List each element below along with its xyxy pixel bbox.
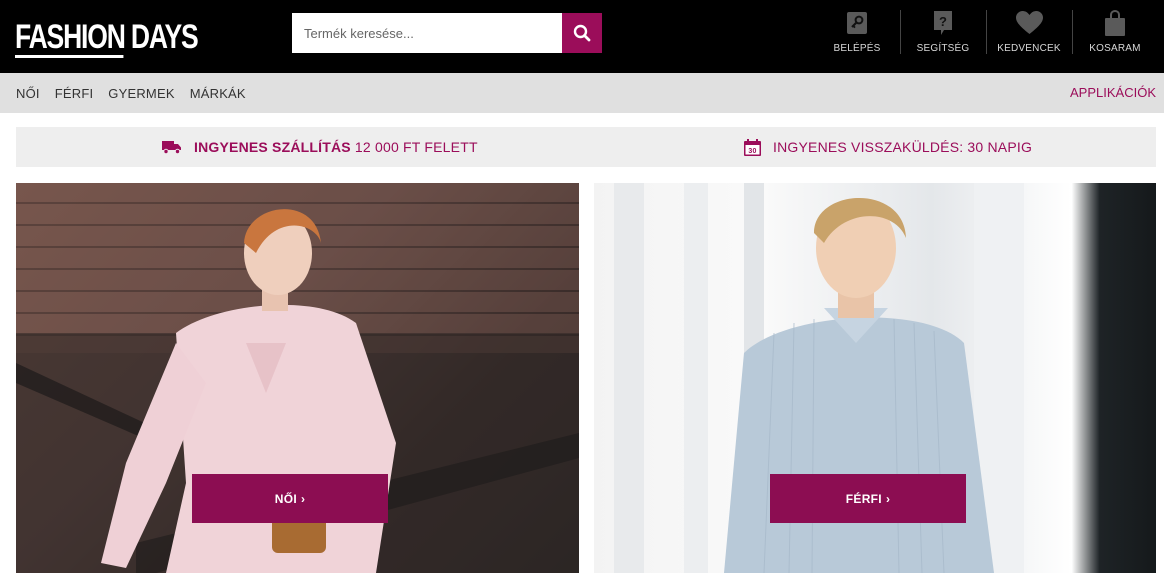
apps-link[interactable]: APPLIKÁCIÓK [1070,73,1156,113]
free-return-promo: 30 INGYENES VISSZAKÜLDÉS: 30 NAPIG [744,127,1032,167]
help-button[interactable]: ? SEGÍTSÉG [900,10,986,54]
main-nav: NŐI FÉRFI GYERMEK MÁRKÁK APPLIKÁCIÓK [0,73,1164,113]
cart-label: KOSARAM [1089,43,1141,54]
free-shipping-threshold: 12 000 FT FELETT [350,139,478,155]
free-shipping-title: INGYENES SZÁLLÍTÁS [194,139,351,155]
shopping-bag-icon [1105,10,1125,36]
fashion-days-logo[interactable]: FASHION DAYS [15,12,249,58]
men-cta-label: FÉRFI [845,491,882,506]
men-hero-tile[interactable]: FÉRFI › [594,183,1156,573]
nav-link-women[interactable]: NŐI [16,86,40,101]
nav-link-brands[interactable]: MÁRKÁK [190,86,246,101]
key-icon [847,10,867,36]
promo-strip: INGYENES SZÁLLÍTÁS 12 000 FT FELETT 30 I… [16,127,1156,167]
truck-icon [162,140,182,154]
nav-link-men[interactable]: FÉRFI [55,86,94,101]
women-hero-tile[interactable]: NŐI › [16,183,579,573]
nav-link-kids[interactable]: GYERMEK [108,86,174,101]
search-input[interactable] [292,13,562,53]
search-button[interactable] [562,13,602,53]
logo-text: FASHION DAYS [15,18,199,58]
chevron-right-icon: › [300,491,306,506]
header-actions: BELÉPÉS ? SEGÍTSÉG KEDVENCEK KOSARAM [814,10,1158,54]
cart-button[interactable]: KOSARAM [1072,10,1158,54]
favorites-button[interactable]: KEDVENCEK [986,10,1072,54]
login-label: BELÉPÉS [833,43,881,54]
women-cta-label: NŐI [274,491,297,506]
search-icon [573,24,591,42]
free-shipping-promo: INGYENES SZÁLLÍTÁS 12 000 FT FELETT [162,127,478,167]
search-bar [292,13,602,53]
logo-word-days: DAYS [130,18,199,56]
help-icon: ? [933,10,953,36]
chevron-right-icon: › [885,491,891,506]
women-cta-button[interactable]: NŐI › [192,474,388,523]
heart-icon [1015,10,1043,36]
calendar-icon: 30 [744,138,761,156]
category-links: NŐI FÉRFI GYERMEK MÁRKÁK [16,73,261,113]
help-label: SEGÍTSÉG [916,43,970,54]
free-return-text: INGYENES VISSZAKÜLDÉS: 30 NAPIG [773,139,1033,155]
login-button[interactable]: BELÉPÉS [814,10,900,54]
men-cta-button[interactable]: FÉRFI › [770,474,966,523]
logo-word-fashion: FASHION [15,18,126,58]
svg-text:?: ? [939,14,947,29]
calendar-number: 30 [748,148,756,155]
favorites-label: KEDVENCEK [997,43,1061,54]
site-header: FASHIONDAYS BELÉPÉS [0,0,1164,73]
